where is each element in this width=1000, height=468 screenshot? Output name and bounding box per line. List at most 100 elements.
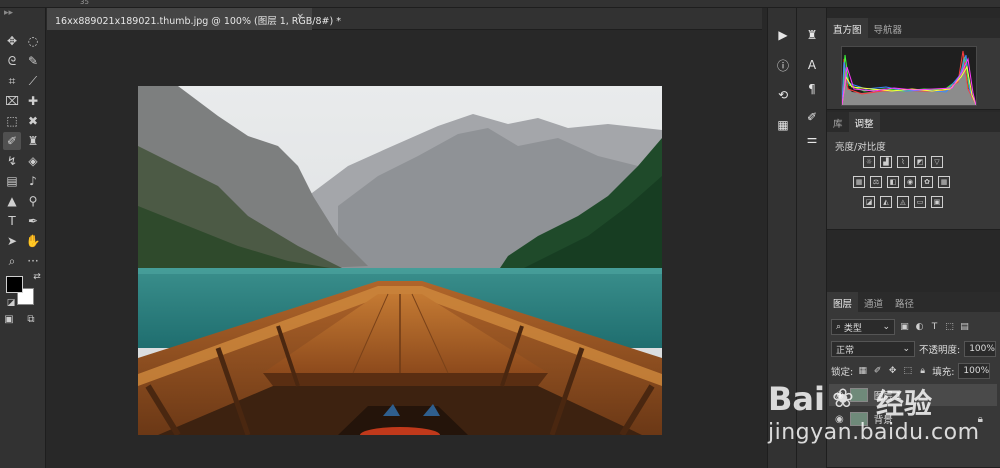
- close-document-icon[interactable]: ×: [296, 12, 304, 22]
- hand-tool-icon[interactable]: ✋: [24, 232, 42, 250]
- document-image[interactable]: [138, 86, 662, 435]
- vibrance-icon[interactable]: ▽: [931, 156, 943, 168]
- brush-tool-icon[interactable]: ✐: [3, 132, 21, 150]
- lock-image-icon[interactable]: ✐: [872, 366, 883, 377]
- adjustments-row-2: ▦ ⚖ ◧ ◉ ✿ ▦: [853, 176, 950, 188]
- history-icon[interactable]: ⟲: [774, 86, 792, 104]
- history-brush-tool-icon[interactable]: ↯: [3, 152, 21, 170]
- clone-stamp-tool-icon[interactable]: ♜: [24, 132, 42, 150]
- dodge-tool-icon[interactable]: ⚲: [24, 192, 42, 210]
- content-aware-move-icon[interactable]: ✖: [24, 112, 42, 130]
- histogram-panel: 直方图 导航器: [827, 18, 1000, 110]
- screen-mode-icon[interactable]: ⧉: [22, 310, 40, 328]
- levels-icon[interactable]: ▟: [880, 156, 892, 168]
- layer-filter-value: 类型: [843, 323, 862, 334]
- filter-shape-icon[interactable]: ⬚: [944, 322, 955, 333]
- filter-adjustment-icon[interactable]: ◐: [914, 322, 925, 333]
- eraser-tool-icon[interactable]: ◈: [24, 152, 42, 170]
- posterize-icon[interactable]: ◭: [880, 196, 892, 208]
- eyedropper-tool-icon[interactable]: ⟋: [24, 72, 42, 90]
- invert-icon[interactable]: ◪: [863, 196, 875, 208]
- selective-color-icon[interactable]: ▣: [931, 196, 943, 208]
- tab-histogram[interactable]: 直方图: [827, 18, 868, 38]
- filter-pixel-icon[interactable]: ▣: [899, 322, 910, 333]
- opacity-field[interactable]: 100%: [964, 341, 997, 357]
- gradient-map-icon[interactable]: ▭: [914, 196, 926, 208]
- photo-filter-icon[interactable]: ◉: [904, 176, 916, 188]
- fill-label: 填充:: [932, 367, 955, 378]
- collapsed-panels-strip: ▶ ⓘ ⟲ ▦: [767, 8, 797, 468]
- document-tabbar: 16xx889021x189021.thumb.jpg @ 100% (图层 1…: [47, 8, 762, 30]
- sharpen-tool-icon[interactable]: ▲: [3, 192, 21, 210]
- threshold-icon[interactable]: ◬: [897, 196, 909, 208]
- properties-icon[interactable]: ▦: [774, 116, 792, 134]
- patch-tool-icon[interactable]: ⬚: [3, 112, 21, 130]
- layers-panel: 图层 通道 路径 ⌕ 类型 ⌄ ▣ ◐ T ⬚ ▤ 正常 ⌄ 不透明度: 100…: [827, 292, 1000, 468]
- options-bar-text: 35: [80, 0, 89, 6]
- chevron-down-icon: ⌄: [882, 322, 890, 332]
- document-tab[interactable]: 16xx889021x189021.thumb.jpg @ 100% (图层 1…: [47, 8, 341, 30]
- visibility-eye-icon[interactable]: ◉: [835, 390, 844, 401]
- zoom-tool-icon[interactable]: ⌕: [3, 252, 21, 270]
- opacity-label: 不透明度:: [919, 345, 961, 356]
- blend-mode-select[interactable]: 正常 ⌄: [831, 341, 915, 357]
- collapsed-panels-strip-2: ♜ A ¶ ✐ ⚌: [797, 8, 827, 468]
- tab-adjustments[interactable]: 调整: [848, 112, 880, 132]
- paragraph-icon[interactable]: ¶: [803, 80, 821, 98]
- foreground-color-swatch[interactable]: [6, 276, 23, 293]
- visibility-eye-icon[interactable]: ◉: [835, 414, 844, 425]
- spot-healing-tool-icon[interactable]: ✚: [24, 92, 42, 110]
- lasso-tool-icon[interactable]: ᘓ: [3, 52, 21, 70]
- brush-settings-icon[interactable]: ✐: [803, 108, 821, 126]
- adjustment-hover-title: 亮度/对比度: [835, 142, 886, 153]
- frame-tool-icon[interactable]: ⌧: [3, 92, 21, 110]
- actions-play-icon[interactable]: ▶: [774, 26, 792, 44]
- clone-source-icon[interactable]: ♜: [803, 26, 821, 44]
- type-tool-icon[interactable]: T: [3, 212, 21, 230]
- fill-field[interactable]: 100%: [958, 363, 991, 379]
- lock-all-icon[interactable]: 🔒︎: [917, 366, 928, 377]
- tab-layers[interactable]: 图层: [827, 292, 859, 312]
- path-selection-tool-icon[interactable]: ➤: [3, 232, 21, 250]
- tab-channels[interactable]: 通道: [858, 292, 889, 312]
- exposure-icon[interactable]: ◩: [914, 156, 926, 168]
- character-icon[interactable]: A: [803, 56, 821, 74]
- canvas-area[interactable]: [47, 30, 762, 468]
- adjust-sliders-icon[interactable]: ⚌: [803, 130, 821, 148]
- filter-smart-object-icon[interactable]: ▤: [959, 322, 970, 333]
- channel-mixer-icon[interactable]: ✿: [921, 176, 933, 188]
- brightness-contrast-icon[interactable]: ☼: [863, 156, 875, 168]
- move-tool-icon[interactable]: ✥: [3, 32, 21, 50]
- swap-colors-icon[interactable]: ⇄: [28, 268, 46, 286]
- tools-panel: ▸▸ ✥ ◌ ᘓ ✎ ⌗ ⟋ ⌧ ✚ ⬚ ✖ ✐ ♜ ↯ ◈ ▤ ♪ ▲ ⚲ T…: [0, 8, 46, 468]
- layer-row-background[interactable]: ◉ 背景 🔒︎: [829, 408, 997, 430]
- hue-saturation-icon[interactable]: ▦: [853, 176, 865, 188]
- quick-mask-icon[interactable]: ▣: [0, 310, 18, 328]
- blur-tool-icon[interactable]: ♪: [24, 172, 42, 190]
- crop-tool-icon[interactable]: ⌗: [3, 72, 21, 90]
- blend-opacity-row: 正常 ⌄ 不透明度: 100%: [831, 341, 997, 357]
- black-white-icon[interactable]: ◧: [887, 176, 899, 188]
- curves-icon[interactable]: ⌇: [897, 156, 909, 168]
- fill-value: 100%: [963, 366, 990, 376]
- marquee-tool-icon[interactable]: ◌: [24, 32, 42, 50]
- layer-filter-select[interactable]: ⌕ 类型 ⌄: [831, 319, 895, 335]
- color-balance-icon[interactable]: ⚖: [870, 176, 882, 188]
- lock-position-icon[interactable]: ✥: [887, 366, 898, 377]
- info-icon[interactable]: ⓘ: [774, 56, 792, 74]
- gradient-tool-icon[interactable]: ▤: [3, 172, 21, 190]
- tab-navigator[interactable]: 导航器: [868, 18, 909, 38]
- chevron-down-icon: ⌄: [902, 344, 910, 354]
- magic-wand-tool-icon[interactable]: ✎: [24, 52, 42, 70]
- color-lookup-icon[interactable]: ▦: [938, 176, 950, 188]
- blend-mode-value: 正常: [836, 345, 855, 356]
- lock-artboard-icon[interactable]: ⬚: [902, 366, 913, 377]
- layer-row-layer1[interactable]: ◉ 图层 1: [829, 384, 997, 406]
- tab-libraries[interactable]: 库: [827, 112, 849, 132]
- filter-type-icon[interactable]: T: [929, 322, 940, 333]
- tab-paths[interactable]: 路径: [889, 292, 920, 312]
- lock-fill-row: 锁定: ▦ ✐ ✥ ⬚ 🔒︎ 填充: 100%: [831, 363, 991, 379]
- pen-tool-icon[interactable]: ✒: [24, 212, 42, 230]
- lock-transparent-icon[interactable]: ▦: [857, 366, 868, 377]
- panel-grip[interactable]: ▸▸: [0, 8, 46, 28]
